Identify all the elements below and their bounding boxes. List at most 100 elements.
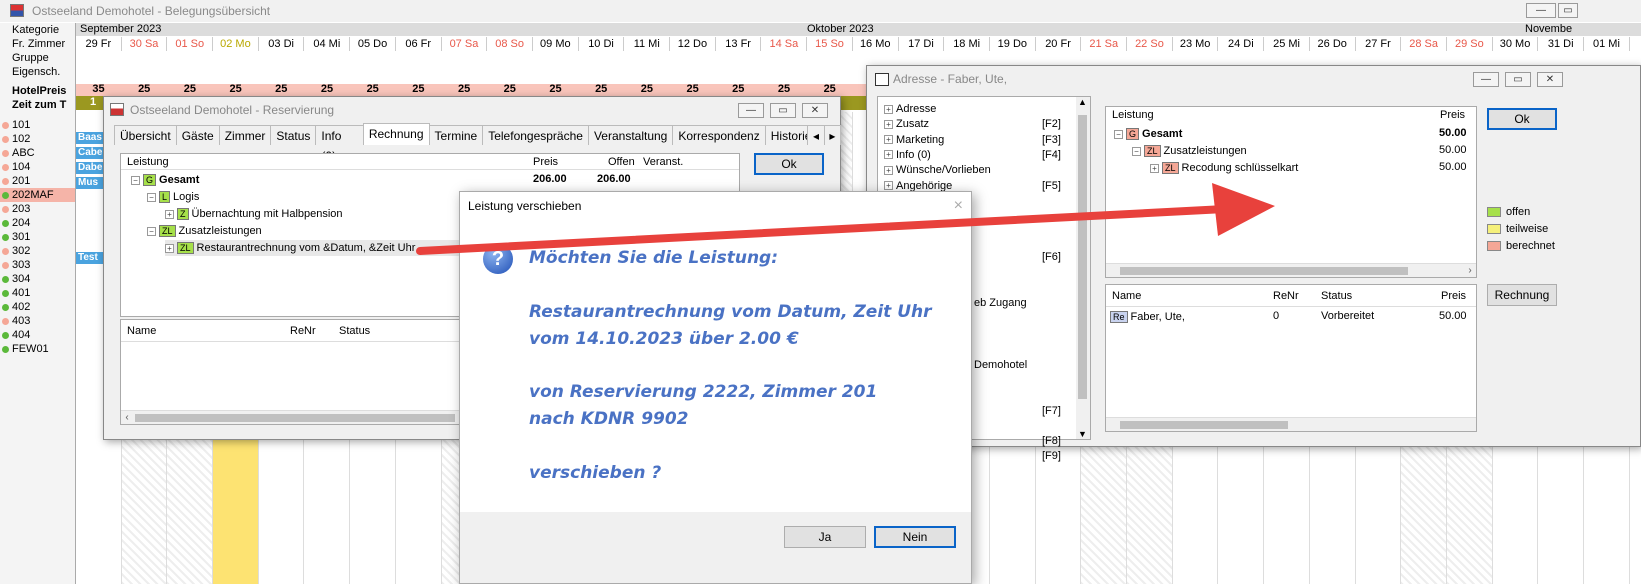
day-header-5[interactable]: 04 Mi	[305, 37, 351, 51]
adr-nav-item-4[interactable]: + Wünsche/Vorlieben	[884, 162, 1064, 178]
adr-restore-button[interactable]: ▭	[1505, 72, 1531, 87]
room-row-14[interactable]: 403	[0, 314, 75, 328]
day-header-14[interactable]: 13 Fr	[716, 37, 762, 51]
expand-icon[interactable]: +	[884, 165, 893, 175]
scroll-left-icon[interactable]: ‹	[121, 411, 133, 425]
adr-tree-hscroll[interactable]: ›	[1106, 263, 1476, 277]
day-header-6[interactable]: 05 Do	[350, 37, 396, 51]
day-header-33[interactable]: 01 Mi	[1584, 37, 1630, 51]
adr-nav-item-1[interactable]: + Zusatz [F2]	[884, 116, 1064, 132]
room-row-13[interactable]: 402	[0, 300, 75, 314]
day-header-31[interactable]: 30 Mo	[1493, 37, 1539, 51]
day-header-22[interactable]: 21 Sa	[1081, 37, 1128, 51]
adr-minimize-button[interactable]: —	[1473, 72, 1499, 87]
day-header-13[interactable]: 12 Do	[670, 37, 716, 51]
close-icon[interactable]: ×	[954, 192, 963, 220]
tab-gaeste[interactable]: Gäste	[175, 125, 220, 145]
day-header-26[interactable]: 25 Mi	[1264, 37, 1310, 51]
scroll-right-icon[interactable]: ›	[1464, 264, 1476, 278]
day-header-17[interactable]: 16 Mo	[853, 37, 899, 51]
tree-logis[interactable]: − L Logis	[147, 189, 199, 205]
tree-uebernachtung[interactable]: + Z Übernachtung mit Halbpension	[165, 206, 343, 222]
booking-bar-1[interactable]: Cabe	[76, 147, 106, 159]
day-header-23[interactable]: 22 So	[1127, 37, 1173, 51]
tab-zimmer[interactable]: Zimmer	[218, 125, 272, 145]
room-row-0[interactable]: 101	[0, 118, 75, 132]
day-header-11[interactable]: 10 Di	[579, 37, 625, 51]
res-minimize-button[interactable]: —	[738, 103, 764, 118]
adr-close-button[interactable]: ✕	[1537, 72, 1563, 87]
adr-lower-row[interactable]: Re Faber, Ute,	[1110, 309, 1185, 325]
expand-icon[interactable]: +	[884, 181, 893, 191]
room-row-9[interactable]: 302	[0, 244, 75, 258]
room-row-3[interactable]: 104	[0, 160, 75, 174]
tree-zusatz[interactable]: − ZL Zusatzleistungen	[147, 223, 262, 239]
day-header-15[interactable]: 14 Sa	[762, 37, 808, 51]
day-header-9[interactable]: 08 So	[487, 37, 533, 51]
ja-button[interactable]: Ja	[784, 526, 866, 548]
nein-button[interactable]: Nein	[874, 526, 956, 548]
res-ok-button[interactable]: Ok	[754, 153, 824, 175]
adr-lower-list[interactable]: Name ReNr Status Preis Re Faber, Ute, 0 V…	[1105, 284, 1477, 432]
adr-lower-hscroll[interactable]	[1106, 417, 1476, 431]
expand-icon[interactable]: +	[884, 104, 893, 114]
tab-scroll-left[interactable]: ◂	[807, 125, 825, 145]
booking-bar-3[interactable]: Mus	[76, 177, 106, 189]
tab-uebersicht[interactable]: Übersicht	[114, 125, 177, 145]
room-row-1[interactable]: 102	[0, 132, 75, 146]
day-header-3[interactable]: 02 Mo	[213, 37, 259, 51]
room-row-7[interactable]: 204	[0, 216, 75, 230]
res-restore-button[interactable]: ▭	[770, 103, 796, 118]
adr-vscroll-thumb[interactable]	[1078, 115, 1087, 399]
tree-restaurant[interactable]: + ZL Restaurantrechnung vom &Datum, &Zeit …	[165, 240, 465, 256]
day-header-24[interactable]: 23 Mo	[1173, 37, 1219, 51]
res-close-button[interactable]: ✕	[802, 103, 828, 118]
adr-tree-gesamt[interactable]: − G Gesamt	[1114, 126, 1182, 142]
day-header-1[interactable]: 30 Sa	[122, 37, 168, 51]
day-header-20[interactable]: 19 Do	[990, 37, 1036, 51]
room-row-16[interactable]: FEW01	[0, 342, 75, 356]
room-row-6[interactable]: 203	[0, 202, 75, 216]
expand-icon[interactable]: +	[884, 150, 893, 160]
adr-lower-scroll-thumb[interactable]	[1120, 421, 1288, 429]
room-row-5[interactable]: 202MAF	[0, 188, 75, 202]
tree-gesamt[interactable]: − G Gesamt	[131, 172, 199, 188]
day-header-30[interactable]: 29 So	[1447, 37, 1493, 51]
res-scroll-thumb[interactable]	[135, 414, 455, 422]
day-header-21[interactable]: 20 Fr	[1036, 37, 1082, 51]
room-row-11[interactable]: 304	[0, 272, 75, 286]
day-header-0[interactable]: 29 Fr	[76, 37, 122, 51]
adr-nav-item-0[interactable]: + Adresse	[884, 101, 1064, 117]
minimize-button[interactable]: —	[1526, 3, 1556, 18]
adr-ok-button[interactable]: Ok	[1487, 108, 1557, 130]
expand-icon[interactable]: +	[884, 135, 893, 145]
adr-vscroll[interactable]: ▲ ▼	[1076, 97, 1090, 439]
tab-status[interactable]: Status	[270, 125, 317, 145]
booking-bar-0[interactable]: Baas	[76, 132, 106, 144]
day-header-29[interactable]: 28 Sa	[1401, 37, 1447, 51]
adr-tree-zusatz[interactable]: − ZL Zusatzleistungen	[1132, 143, 1247, 159]
day-header-19[interactable]: 18 Mi	[944, 37, 990, 51]
day-header-25[interactable]: 24 Di	[1219, 37, 1265, 51]
day-header-27[interactable]: 26 Do	[1310, 37, 1356, 51]
adr-leistung-tree[interactable]: Leistung Preis − G Gesamt 50.00 − ZL Zusatzl…	[1105, 106, 1477, 278]
room-row-2[interactable]: ABC	[0, 146, 75, 160]
tab-info[interactable]: Info (0)	[315, 125, 364, 163]
room-row-10[interactable]: 303	[0, 258, 75, 272]
tab-korrespondenz[interactable]: Korrespondenz	[672, 125, 766, 145]
day-header-4[interactable]: 03 Di	[259, 37, 305, 51]
scroll-up-icon[interactable]: ▲	[1078, 97, 1087, 107]
day-header-10[interactable]: 09 Mo	[533, 37, 579, 51]
day-header-28[interactable]: 27 Fr	[1356, 37, 1402, 51]
restore-button[interactable]: ▭	[1558, 3, 1578, 18]
adr-nav-item-2[interactable]: + Marketing [F3]	[884, 132, 1064, 148]
adr-tree-scroll-thumb[interactable]	[1120, 267, 1408, 275]
day-header-8[interactable]: 07 Sa	[442, 37, 488, 51]
tab-rechnung[interactable]: Rechnung	[362, 123, 430, 145]
tab-veranstaltung[interactable]: Veranstaltung	[587, 125, 674, 145]
expand-icon[interactable]: +	[884, 119, 893, 129]
tab-scroll-right[interactable]: ▸	[823, 125, 841, 145]
tab-termine[interactable]: Termine	[428, 125, 484, 145]
day-header-7[interactable]: 06 Fr	[396, 37, 442, 51]
booking-bar-2[interactable]: Dabe	[76, 162, 106, 174]
